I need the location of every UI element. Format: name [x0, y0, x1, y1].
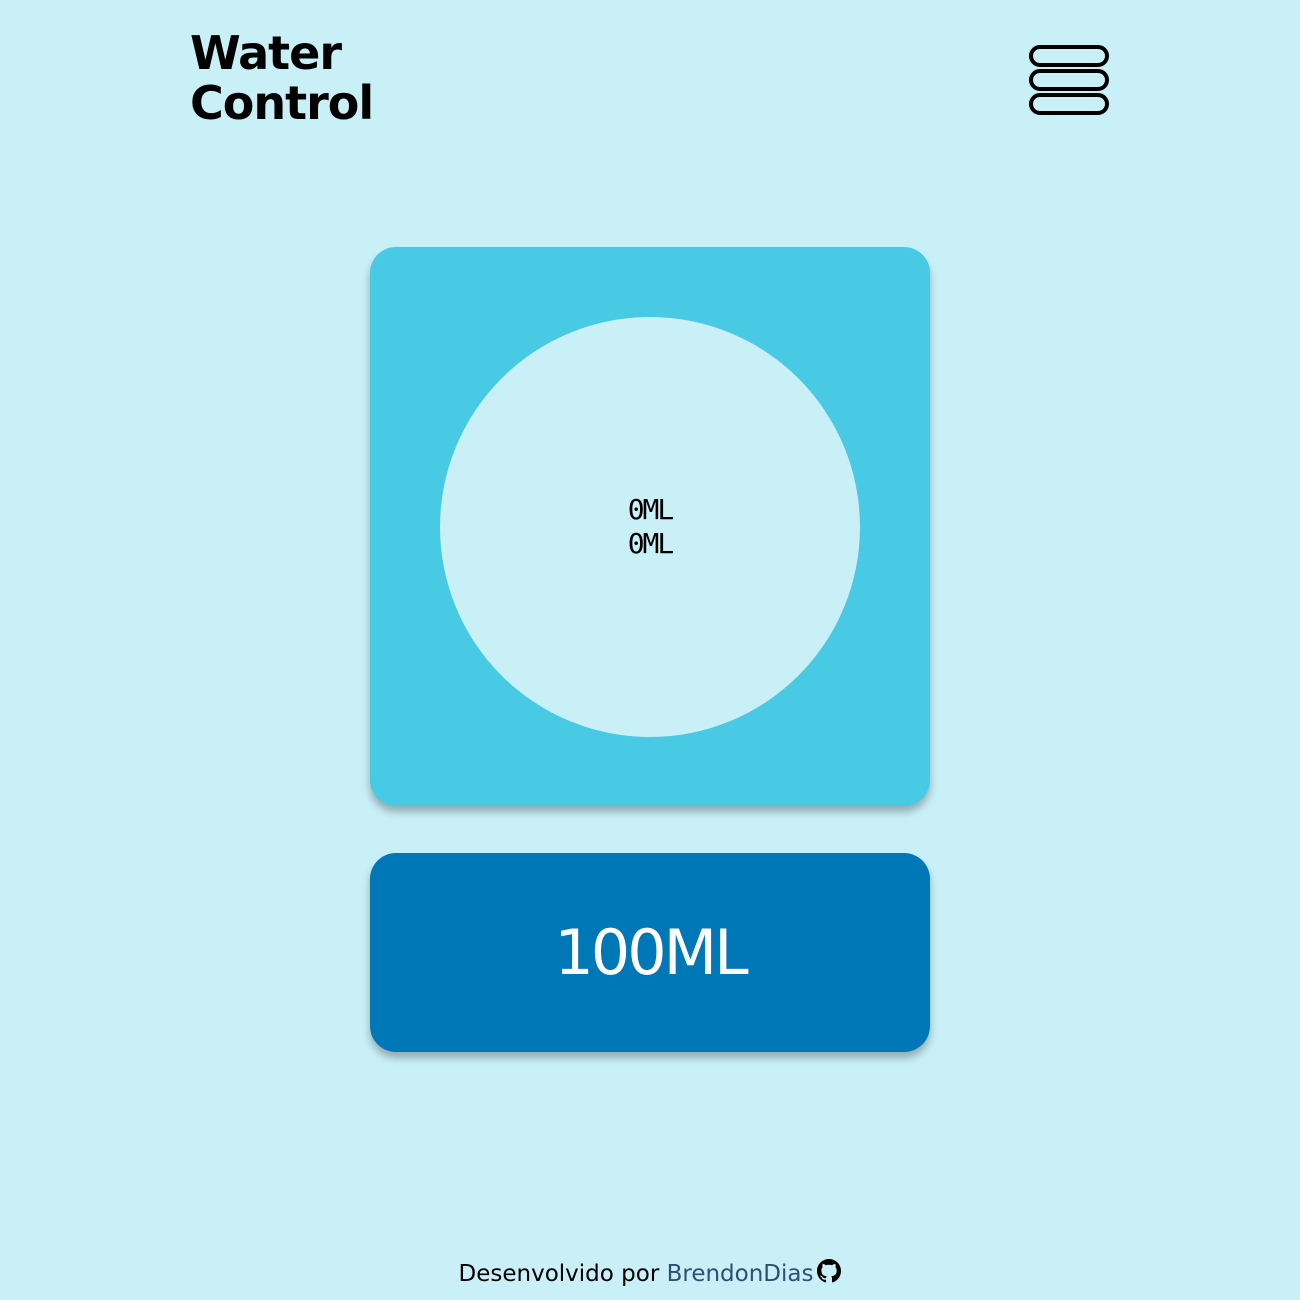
menu-icon	[1029, 45, 1109, 115]
menu-button[interactable]	[1028, 44, 1112, 120]
water-progress-circle: 0ML 0ML	[440, 317, 860, 737]
water-progress-card: 0ML 0ML	[370, 247, 930, 806]
logo-line-water: Water	[190, 26, 342, 80]
author-link[interactable]: BrendonDias	[667, 1261, 814, 1287]
consumed-amount: 0ML	[627, 493, 675, 526]
page: Water Control 0ML 0ML 100ML Desenvolvido…	[0, 0, 1300, 1300]
footer: Desenvolvido por BrendonDias	[0, 1258, 1300, 1292]
goal-amount: 0ML	[627, 527, 675, 560]
logo-line-control: Control	[190, 76, 374, 130]
footer-credit-text: Desenvolvido por	[458, 1261, 667, 1287]
logo: Water Control	[190, 26, 374, 130]
github-icon[interactable]	[817, 1259, 842, 1292]
add-100ml-button[interactable]: 100ML	[370, 853, 930, 1052]
